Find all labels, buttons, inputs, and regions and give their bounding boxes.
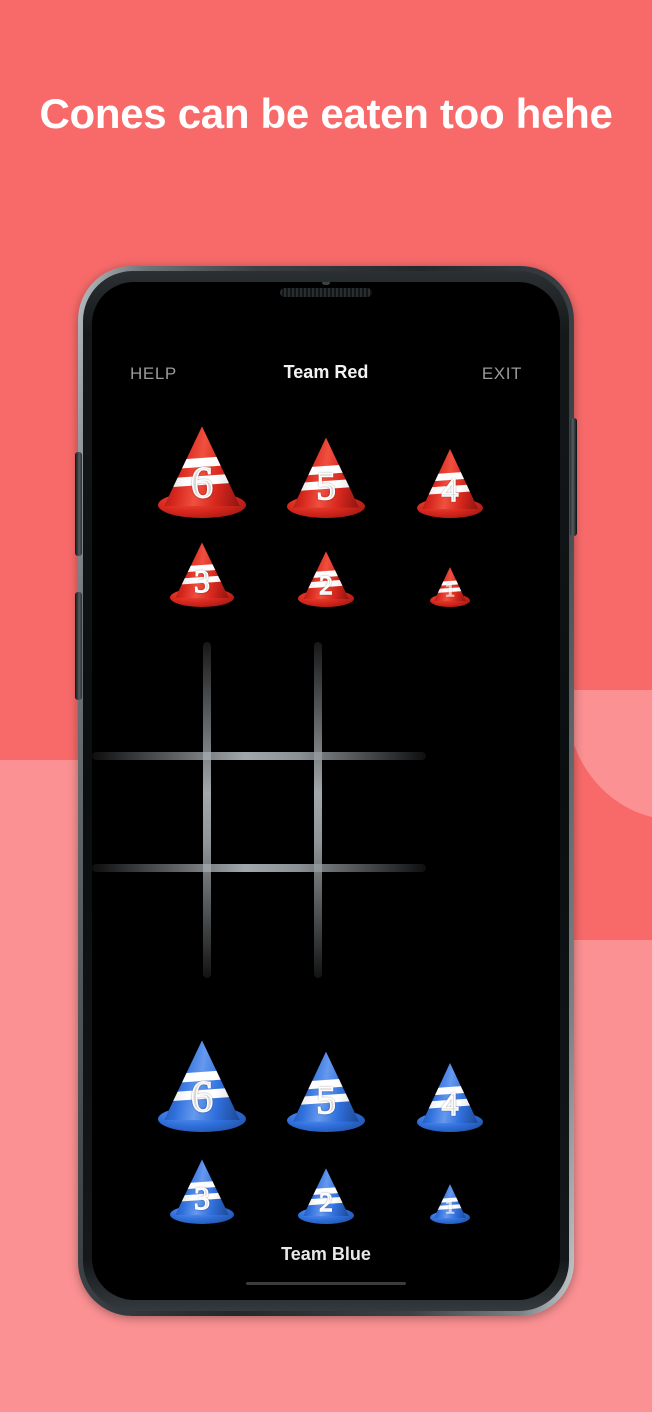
phone-bezel: HELP Team Red EXIT 6 5 4 3 2 1 6 5 4 3 2 1 Team … xyxy=(83,271,569,1311)
cone-slot[interactable]: 1 xyxy=(388,1144,512,1224)
cone-number: 1 xyxy=(445,580,456,602)
red-cone-row-top: 6 5 4 xyxy=(92,410,560,518)
cone-number: 2 xyxy=(319,569,334,600)
cone-slot[interactable]: 5 xyxy=(264,410,388,518)
cone-piece[interactable]: 2 xyxy=(298,1167,354,1224)
home-indicator xyxy=(246,1282,406,1285)
tic-tac-toe-board[interactable] xyxy=(92,642,560,978)
cone-slot[interactable]: 6 xyxy=(140,1024,264,1132)
cone-piece[interactable]: 5 xyxy=(287,1049,365,1132)
cone-piece[interactable]: 3 xyxy=(170,541,234,607)
phone-screen: HELP Team Red EXIT 6 5 4 3 2 1 6 5 4 3 2 1 Team … xyxy=(92,282,560,1300)
cone-slot[interactable]: 2 xyxy=(264,527,388,607)
cone-number: 4 xyxy=(441,1086,459,1124)
cone-number: 6 xyxy=(190,457,214,508)
blue-cone-row-bottom: 3 2 1 xyxy=(92,1144,560,1224)
cone-piece[interactable]: 4 xyxy=(417,447,483,518)
page-headline: Cones can be eaten too hehe xyxy=(39,90,613,137)
cone-slot[interactable]: 4 xyxy=(388,1024,512,1132)
phone-frame: HELP Team Red EXIT 6 5 4 3 2 1 6 5 4 3 2 1 Team … xyxy=(75,266,577,1316)
cone-number: 2 xyxy=(319,1186,334,1217)
cone-number: 4 xyxy=(441,472,459,510)
cone-piece[interactable]: 2 xyxy=(298,550,354,607)
cone-slot[interactable]: 6 xyxy=(140,410,264,518)
team-blue-label: Team Blue xyxy=(281,1244,371,1264)
cone-number: 6 xyxy=(190,1071,214,1122)
cone-piece[interactable]: 5 xyxy=(287,435,365,518)
exit-button[interactable]: EXIT xyxy=(482,364,522,384)
cone-number: 5 xyxy=(315,1079,336,1123)
cone-slot[interactable]: 3 xyxy=(140,1144,264,1224)
cone-piece[interactable]: 4 xyxy=(417,1061,483,1132)
earpiece-speaker xyxy=(280,288,372,297)
board-line-horizontal-2 xyxy=(92,864,426,872)
cone-piece[interactable]: 1 xyxy=(430,1183,470,1224)
board-line-vertical-2 xyxy=(314,642,322,978)
blue-cone-row-top: 6 5 4 xyxy=(92,1024,560,1132)
app-top-bar: HELP Team Red EXIT xyxy=(92,362,560,394)
cone-number: 3 xyxy=(193,1181,210,1217)
cone-slot[interactable]: 4 xyxy=(388,410,512,518)
phone-side-button-lower[interactable] xyxy=(75,592,82,700)
cone-number: 5 xyxy=(315,465,336,509)
cone-number: 1 xyxy=(445,1197,456,1219)
front-camera-icon xyxy=(322,282,330,285)
cone-piece[interactable]: 6 xyxy=(158,424,246,518)
cone-piece[interactable]: 6 xyxy=(158,1038,246,1132)
cone-piece[interactable]: 3 xyxy=(170,1158,234,1224)
cone-number: 3 xyxy=(193,564,210,600)
cone-slot[interactable]: 5 xyxy=(264,1024,388,1132)
board-line-vertical-1 xyxy=(203,642,211,978)
cone-slot[interactable]: 2 xyxy=(264,1144,388,1224)
phone-power-button[interactable] xyxy=(570,418,577,536)
cone-slot[interactable]: 3 xyxy=(140,527,264,607)
board-line-horizontal-1 xyxy=(92,752,426,760)
phone-volume-button[interactable] xyxy=(75,452,82,556)
cone-slot[interactable]: 1 xyxy=(388,527,512,607)
cone-piece[interactable]: 1 xyxy=(430,566,470,607)
screenshot-stage: Cones can be eaten too hehe HELP Team Re… xyxy=(0,0,652,1412)
red-cone-row-bottom: 3 2 1 xyxy=(92,527,560,607)
